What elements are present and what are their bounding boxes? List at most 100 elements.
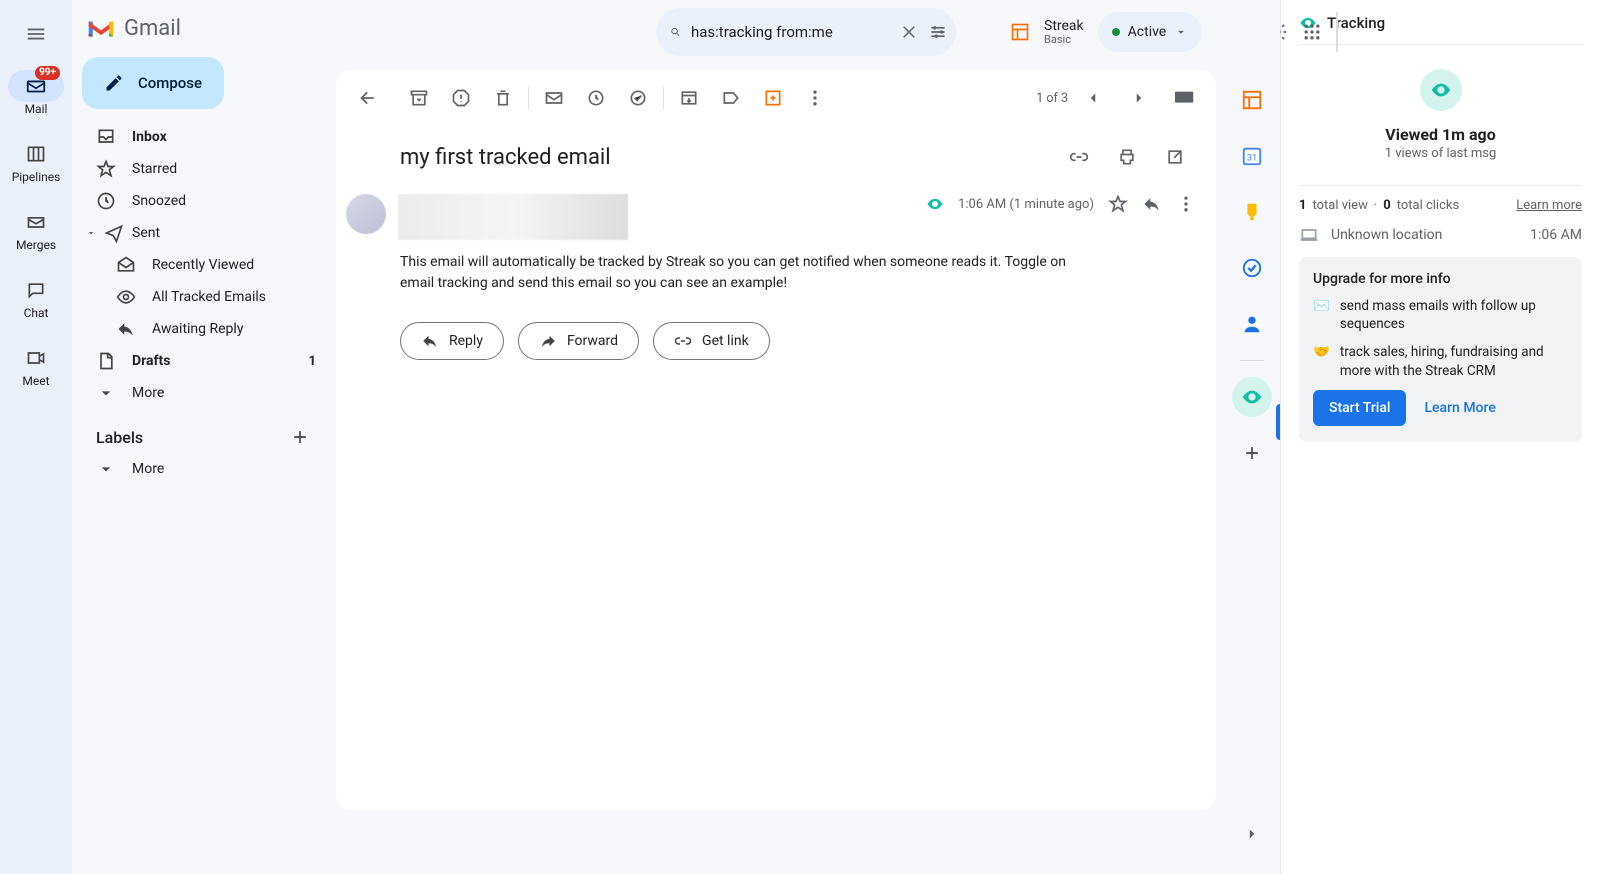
tune-icon	[928, 22, 948, 42]
archive-button[interactable]	[398, 77, 440, 119]
side-streak-icon[interactable]	[1232, 80, 1272, 120]
nav-panel: Gmail Compose Inbox Starred Snoozed Sen	[72, 0, 328, 874]
main-menu-button[interactable]	[12, 10, 60, 58]
archive-icon	[409, 88, 429, 108]
clock-icon	[586, 88, 606, 108]
get-link-button[interactable]: Get link	[653, 322, 770, 360]
gmail-logo[interactable]: Gmail	[72, 8, 328, 57]
handshake-emoji-icon: 🤝	[1313, 343, 1330, 379]
spam-icon	[451, 88, 471, 108]
email-timestamp: 1:06 AM (1 minute ago)	[958, 197, 1094, 212]
envelope-open-icon	[116, 255, 136, 275]
rail-merges[interactable]: Merges	[6, 200, 66, 262]
tracking-stats: 1 total view · 0 total clicks Learn more	[1299, 198, 1582, 213]
prev-message-button[interactable]	[1072, 77, 1114, 119]
reply-arrow-icon[interactable]	[1142, 194, 1162, 214]
side-add-addon-icon[interactable]	[1232, 433, 1272, 473]
rail-meet[interactable]: Meet	[6, 336, 66, 398]
delete-button[interactable]	[482, 77, 524, 119]
email-body: This email will automatically be tracked…	[336, 242, 1096, 312]
move-to-button[interactable]	[668, 77, 710, 119]
labels-button[interactable]	[710, 77, 752, 119]
rail-mail[interactable]: 99+ Mail	[6, 64, 66, 126]
upgrade-box: Upgrade for more info ✉️ send mass email…	[1299, 257, 1582, 442]
streak-status-pill[interactable]: Active	[1098, 12, 1203, 52]
sender-avatar[interactable]	[346, 194, 386, 234]
close-icon	[900, 23, 918, 41]
tracking-location-row: Unknown location 1:06 AM	[1299, 225, 1582, 245]
rail-meet-label: Meet	[22, 374, 49, 388]
start-trial-button[interactable]: Start Trial	[1313, 390, 1406, 426]
nav-more[interactable]: More	[72, 377, 328, 409]
back-button[interactable]	[346, 77, 388, 119]
chevron-down-icon	[1174, 25, 1188, 39]
side-calendar-icon[interactable]: 31	[1232, 136, 1272, 176]
inbox-icon	[96, 127, 116, 147]
nav-awaiting-reply[interactable]: Awaiting Reply	[72, 313, 328, 345]
account-switcher[interactable]	[1336, 12, 1338, 52]
nav-inbox[interactable]: Inbox	[72, 121, 328, 153]
reply-icon	[421, 332, 439, 350]
nav-recently-viewed[interactable]: Recently Viewed	[72, 249, 328, 281]
print-icon	[1117, 147, 1137, 167]
clear-search-button[interactable]	[900, 16, 918, 48]
streak-add-icon	[763, 88, 783, 108]
nav-all-tracked[interactable]: All Tracked Emails	[72, 281, 328, 313]
tasks-icon	[1241, 257, 1263, 279]
rail-chat[interactable]: Chat	[6, 268, 66, 330]
search-input[interactable]	[691, 23, 890, 41]
keep-icon	[1241, 201, 1263, 223]
pencil-icon	[104, 73, 124, 93]
mark-unread-button[interactable]	[533, 77, 575, 119]
input-tool-button[interactable]	[1164, 77, 1206, 119]
sender-details[interactable]	[398, 194, 628, 240]
svg-text:31: 31	[1247, 154, 1257, 164]
spam-button[interactable]	[440, 77, 482, 119]
side-keep-icon[interactable]	[1232, 192, 1272, 232]
more-button[interactable]	[794, 77, 836, 119]
labels-more[interactable]: More	[72, 453, 328, 485]
open-new-window-button[interactable]	[1154, 136, 1196, 178]
forward-icon	[539, 332, 557, 350]
eye-icon	[116, 287, 136, 307]
labels-header: Labels	[72, 409, 328, 453]
more-vert-icon	[805, 88, 825, 108]
nav-sent[interactable]: Sent	[72, 217, 328, 249]
side-collapse-button[interactable]	[1232, 814, 1272, 854]
side-tasks-icon[interactable]	[1232, 248, 1272, 288]
add-label-icon[interactable]	[290, 427, 310, 447]
rail-pipelines-label: Pipelines	[12, 170, 61, 184]
print-button[interactable]	[1106, 136, 1148, 178]
message-toolbar: 1 of 3	[336, 70, 1216, 126]
rail-pipelines[interactable]: Pipelines	[6, 132, 66, 194]
side-tracking-icon[interactable]	[1232, 377, 1272, 417]
star-outline-icon[interactable]	[1108, 194, 1128, 214]
nav-drafts[interactable]: Drafts 1	[72, 345, 328, 377]
message-count: 1 of 3	[1036, 91, 1068, 106]
copy-link-button[interactable]	[1058, 136, 1100, 178]
caret-down-icon	[86, 228, 96, 238]
reply-button[interactable]: Reply	[400, 322, 504, 360]
more-vert-icon[interactable]	[1176, 194, 1196, 214]
task-add-icon	[628, 88, 648, 108]
search-bar[interactable]	[656, 8, 956, 56]
add-to-tasks-button[interactable]	[617, 77, 659, 119]
drafts-icon	[96, 351, 116, 371]
chevron-down-icon	[96, 383, 116, 403]
side-contacts-icon[interactable]	[1232, 304, 1272, 344]
snooze-button[interactable]	[575, 77, 617, 119]
next-message-button[interactable]	[1118, 77, 1160, 119]
chevron-right-icon	[1130, 89, 1148, 107]
tracking-learn-more-link[interactable]: Learn more	[1516, 198, 1582, 213]
nav-starred[interactable]: Starred	[72, 153, 328, 185]
chevron-left-icon	[1084, 89, 1102, 107]
streak-indicator[interactable]: Streak Basic	[1010, 19, 1084, 45]
nav-snoozed[interactable]: Snoozed	[72, 185, 328, 217]
forward-button[interactable]: Forward	[518, 322, 639, 360]
upgrade-learn-more-button[interactable]: Learn More	[1424, 400, 1495, 416]
eye-icon	[1430, 79, 1452, 101]
rail-merges-label: Merges	[16, 238, 56, 252]
streak-add-box-button[interactable]	[752, 77, 794, 119]
compose-button[interactable]: Compose	[82, 57, 224, 109]
search-options-button[interactable]	[928, 16, 948, 48]
